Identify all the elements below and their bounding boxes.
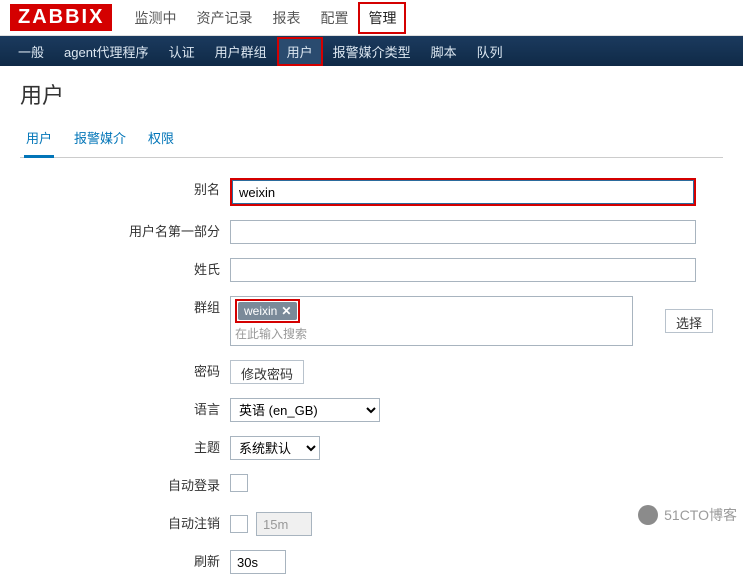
zabbix-logo: ZABBIX — [10, 4, 112, 31]
form-tabs: 用户 报警媒介 权限 — [20, 120, 723, 158]
autologin-checkbox[interactable] — [230, 474, 248, 492]
label-theme: 主题 — [30, 436, 230, 460]
tab-user[interactable]: 用户 — [24, 120, 54, 158]
theme-select[interactable]: 系统默认 — [230, 436, 320, 460]
top-bar: ZABBIX 监测中 资产记录 报表 配置 管理 — [0, 0, 743, 36]
watermark-text: 51CTO博客 — [664, 505, 737, 525]
watermark: 51CTO博客 — [638, 505, 737, 525]
subnav-users[interactable]: 用户 — [277, 37, 323, 66]
watermark-icon — [638, 505, 658, 525]
remove-tag-icon[interactable]: ✕ — [281, 304, 291, 318]
user-form: 别名 用户名第一部分 姓氏 群组 weixin — [20, 158, 723, 574]
topnav-monitoring[interactable]: 监测中 — [124, 2, 186, 34]
label-autologin: 自动登录 — [30, 474, 230, 498]
group-tag-weixin[interactable]: weixin ✕ — [238, 302, 297, 320]
group-tag-label: weixin — [244, 304, 277, 318]
tab-media[interactable]: 报警媒介 — [72, 120, 128, 157]
top-nav: 监测中 资产记录 报表 配置 管理 — [124, 2, 406, 34]
label-groups: 群组 — [30, 296, 230, 320]
subnav-auth[interactable]: 认证 — [159, 37, 205, 66]
label-name-first: 用户名第一部分 — [30, 220, 230, 244]
refresh-input[interactable] — [230, 550, 286, 574]
highlight-alias — [230, 178, 696, 206]
label-language: 语言 — [30, 398, 230, 422]
language-select[interactable]: 英语 (en_GB) — [230, 398, 380, 422]
name-first-input[interactable] — [230, 220, 696, 244]
label-password: 密码 — [30, 360, 230, 384]
groups-placeholder: 在此输入搜索 — [235, 325, 628, 343]
subnav-mediatypes[interactable]: 报警媒介类型 — [323, 37, 421, 66]
topnav-administration[interactable]: 管理 — [358, 2, 406, 34]
subnav-queue[interactable]: 队列 — [467, 37, 513, 66]
groups-tagbox[interactable]: weixin ✕ 在此输入搜索 — [230, 296, 633, 346]
topnav-reports[interactable]: 报表 — [262, 2, 310, 34]
label-refresh: 刷新 — [30, 550, 230, 574]
subnav-general[interactable]: 一般 — [8, 37, 54, 66]
surname-input[interactable] — [230, 258, 696, 282]
alias-input[interactable] — [232, 180, 694, 204]
page-title: 用户 — [20, 78, 723, 110]
select-groups-button[interactable]: 选择 — [665, 309, 713, 333]
subnav-scripts[interactable]: 脚本 — [421, 37, 467, 66]
topnav-inventory[interactable]: 资产记录 — [186, 2, 262, 34]
autologout-input — [256, 512, 312, 536]
topnav-configuration[interactable]: 配置 — [310, 2, 358, 34]
label-surname: 姓氏 — [30, 258, 230, 282]
change-password-button[interactable]: 修改密码 — [230, 360, 304, 384]
subnav-proxies[interactable]: agent代理程序 — [54, 37, 159, 66]
sub-nav: 一般 agent代理程序 认证 用户群组 用户 报警媒介类型 脚本 队列 — [0, 36, 743, 66]
label-alias: 别名 — [30, 178, 230, 202]
highlight-group-tag: weixin ✕ — [235, 299, 300, 323]
label-autologout: 自动注销 — [30, 512, 230, 536]
autologout-checkbox[interactable] — [230, 515, 248, 533]
tab-permissions[interactable]: 权限 — [146, 120, 176, 157]
subnav-usergroups[interactable]: 用户群组 — [205, 37, 277, 66]
